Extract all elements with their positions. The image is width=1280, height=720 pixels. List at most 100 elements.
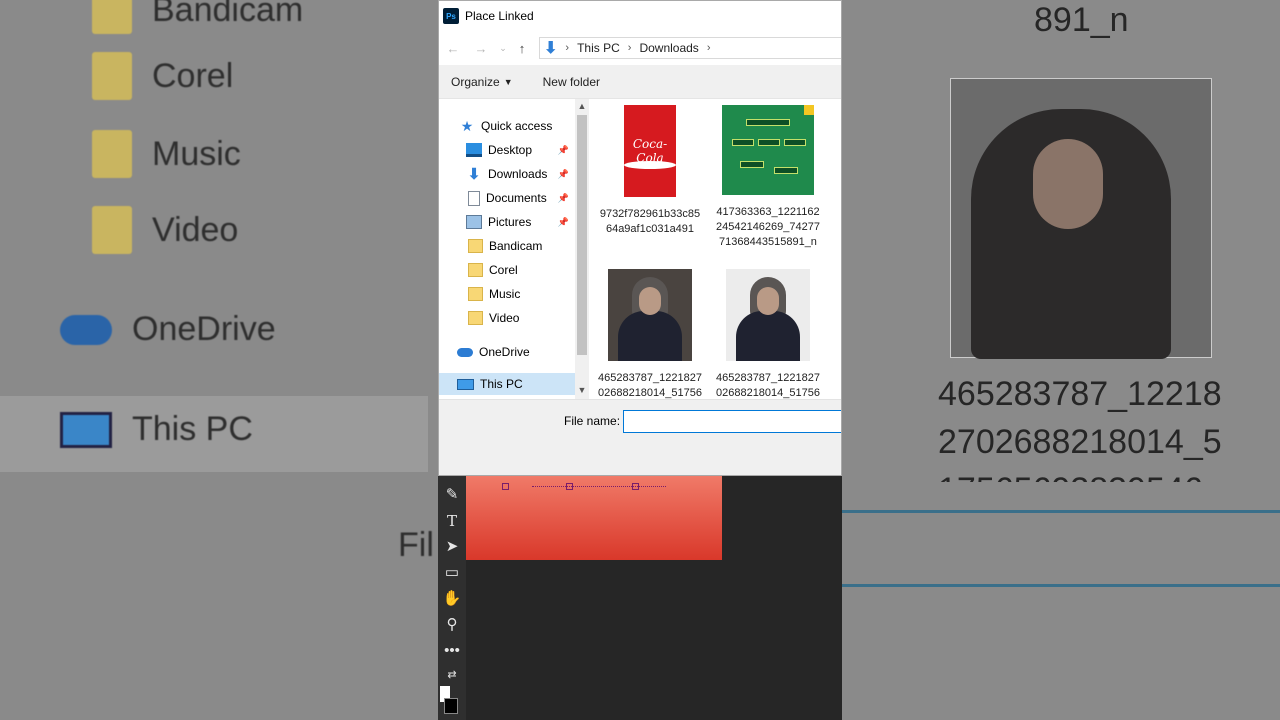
breadcrumb-separator-icon: › <box>565 42 570 54</box>
breadcrumb-downloads[interactable]: Downloads <box>639 41 698 55</box>
bg-folder-music: Music <box>92 130 241 178</box>
swap-colors-icon[interactable]: ⇄ <box>438 664 466 686</box>
rectangle-tool-icon[interactable]: ▭ <box>438 562 466 584</box>
file-item[interactable]: 465283787_122182702688218014_51756569383… <box>709 269 827 399</box>
sidebar-item-label: Downloads <box>488 167 548 181</box>
more-tools-icon[interactable]: ••• <box>438 640 466 662</box>
document-icon <box>468 190 480 206</box>
transform-handle[interactable] <box>632 483 639 490</box>
sidebar-item-onedrive[interactable]: OneDrive <box>439 341 575 363</box>
bg-folder-corel: Corel <box>92 52 233 100</box>
selection-edge <box>532 486 666 487</box>
scroll-up-icon[interactable]: ▲ <box>575 99 589 113</box>
pin-icon: 📌 <box>557 168 569 179</box>
sidebar-item-video[interactable]: Video <box>439 307 575 329</box>
file-name-input[interactable] <box>623 410 841 433</box>
folder-icon <box>92 130 132 178</box>
folder-icon <box>468 239 483 253</box>
file-name-label: 465283787_122182702688218014_51756569383… <box>715 372 820 399</box>
computer-icon <box>457 378 474 390</box>
sidebar-item-this-pc[interactable]: This PC <box>439 373 575 395</box>
star-icon: ★ <box>460 117 474 134</box>
sidebar-item-label: Corel <box>489 263 518 277</box>
file-item[interactable]: Coca-Cola 9732f782961b33c8564a9af1c031a4… <box>591 105 709 237</box>
diagram-box <box>746 119 790 126</box>
address-bar[interactable]: ⬇ › This PC › Downloads › <box>539 37 841 59</box>
sidebar-item-bandicam[interactable]: Bandicam <box>439 235 575 257</box>
nav-scrollbar[interactable]: ▲ ▼ <box>575 99 589 399</box>
bg-label: This PC <box>132 410 253 448</box>
diagram-box <box>732 139 754 146</box>
pin-icon: 📌 <box>557 192 569 203</box>
sidebar-item-downloads[interactable]: ⬇ Downloads 📌 <box>439 163 575 185</box>
forward-arrow-icon[interactable]: → <box>467 41 495 56</box>
sidebar-item-pictures[interactable]: Pictures 📌 <box>439 211 575 233</box>
file-name-label: File name: <box>564 414 621 428</box>
bg-caption-line: 2702688218014_5 <box>938 423 1222 461</box>
sidebar-item-documents[interactable]: Documents 📌 <box>439 187 575 209</box>
folder-icon <box>92 206 132 254</box>
zoom-tool-icon[interactable]: ⚲ <box>438 614 466 636</box>
photoshop-workspace: ✎ T ➤ ▭ ✋ ⚲ ••• ⇄ <box>438 476 842 720</box>
photoshop-toolbar: ✎ T ➤ ▭ ✋ ⚲ ••• ⇄ <box>438 476 466 720</box>
sidebar-item-label: This PC <box>480 377 523 391</box>
diagram-box <box>774 167 798 174</box>
portrait-face <box>639 287 661 315</box>
folder-icon <box>92 0 132 34</box>
bg-this-pc: This PC <box>60 410 253 449</box>
hand-tool-icon[interactable]: ✋ <box>438 588 466 610</box>
bg-label: Bandicam <box>152 0 304 29</box>
sidebar-item-music[interactable]: Music <box>439 283 575 305</box>
folder-icon <box>468 287 483 301</box>
file-list: Coca-Cola 9732f782961b33c8564a9af1c031a4… <box>589 99 841 399</box>
bg-label: Corel <box>152 56 234 95</box>
command-bar: Organize ▼ New folder <box>439 65 841 99</box>
file-item[interactable]: 417363363_122116224542146269_74277713684… <box>709 105 827 250</box>
up-arrow-icon[interactable]: ↑ <box>511 41 533 56</box>
desktop-icon <box>466 143 482 157</box>
sidebar-item-desktop[interactable]: Desktop 📌 <box>439 139 575 161</box>
file-thumbnail <box>726 269 810 361</box>
bg-caption-line: 17565693839546 <box>938 466 1203 482</box>
bg-onedrive: OneDrive <box>60 310 276 349</box>
document-canvas[interactable] <box>466 476 722 560</box>
scroll-down-icon[interactable]: ▼ <box>575 383 589 397</box>
scrollbar-thumb[interactable] <box>577 115 587 355</box>
photoshop-app-icon: Ps <box>443 8 459 24</box>
file-name-label: 417363363_122116224542146269_74277713684… <box>715 206 820 248</box>
sidebar-item-label: Pictures <box>488 215 532 229</box>
sidebar-item-label: Quick access <box>481 119 553 133</box>
new-folder-button[interactable]: New folder <box>525 75 612 89</box>
file-item[interactable]: 465283787_122182702688218014_51756569383… <box>591 269 709 399</box>
background-color-swatch[interactable] <box>444 698 458 714</box>
sidebar-item-label: Bandicam <box>489 239 543 253</box>
path-select-icon[interactable]: ➤ <box>438 536 466 558</box>
background-right-preview: 891_n 465283787_12218 2702688218014_5 17… <box>842 0 1280 720</box>
recent-locations-chevron-icon[interactable]: ⌄ <box>495 43 511 54</box>
dropdown-arrow-icon: ▼ <box>503 76 513 87</box>
corner-badge <box>804 105 814 115</box>
sidebar-item-corel[interactable]: Corel <box>439 259 575 281</box>
breadcrumb-this-pc[interactable]: This PC <box>577 41 620 55</box>
sidebar-item-label: Video <box>489 311 520 325</box>
organize-label: Organize <box>451 74 500 89</box>
picture-icon <box>466 215 482 229</box>
pen-tool-icon[interactable]: ✎ <box>438 484 466 506</box>
folder-icon <box>468 311 483 325</box>
bg-portrait <box>950 78 1212 359</box>
navigation-pane: ★ Quick access Desktop 📌 ⬇ Downloads 📌 D… <box>439 99 575 399</box>
file-name-label: 465283787_122182702688218014_51756569383… <box>597 372 702 399</box>
download-icon: ⬇ <box>467 166 481 183</box>
bg-label: Fil <box>398 526 434 564</box>
type-tool-icon[interactable]: T <box>438 510 466 532</box>
cloud-icon <box>60 314 112 345</box>
transform-handle[interactable] <box>566 483 573 490</box>
bg-divider <box>842 510 1280 513</box>
organize-button[interactable]: Organize ▼ <box>439 75 525 89</box>
back-arrow-icon[interactable]: ← <box>439 41 467 56</box>
sidebar-item-quick-access[interactable]: ★ Quick access <box>439 115 575 137</box>
new-folder-label: New folder <box>542 74 600 89</box>
bg-divider <box>842 584 1280 587</box>
dialog-title: Place Linked <box>465 9 534 23</box>
transform-handle[interactable] <box>502 483 509 490</box>
